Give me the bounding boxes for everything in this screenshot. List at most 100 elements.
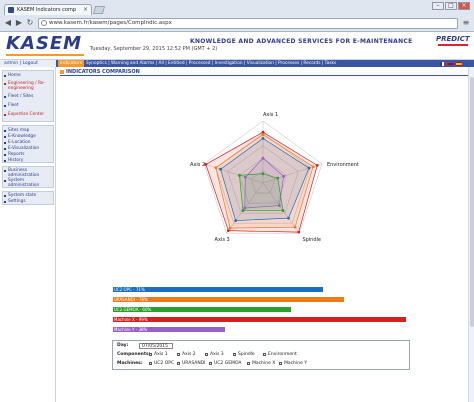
address-bar[interactable]: www.kasem.fr/kasem/pages/CompIndic.aspx — [38, 18, 458, 29]
radar-point — [281, 209, 285, 212]
menu-items[interactable]: Synoptics | Warning and Alarms | All | E… — [86, 60, 336, 67]
sidebar-item-fleet[interactable]: Fleet — [3, 103, 53, 109]
close-button[interactable]: × — [458, 2, 470, 10]
reload-icon[interactable]: ↻ — [25, 18, 35, 28]
radar-point — [315, 163, 319, 167]
tab-close-icon[interactable]: × — [83, 5, 88, 15]
radar-point — [241, 209, 245, 212]
sidebar-item-settings[interactable]: Settings — [3, 199, 53, 205]
flag-es-icon[interactable] — [456, 61, 462, 66]
machine-option-label: URASANDI — [182, 361, 206, 366]
machine-option[interactable]: Machine Y — [279, 361, 307, 366]
component-option[interactable]: Axis 1 — [149, 352, 168, 357]
radar-axis-label: Environment — [327, 162, 359, 168]
component-option-label: Environment — [268, 352, 297, 357]
checkbox[interactable] — [149, 362, 152, 365]
checkbox[interactable] — [205, 353, 208, 356]
logo-underline — [6, 54, 84, 56]
component-option-label: Axis 2 — [182, 352, 196, 357]
minimize-button[interactable]: – — [432, 2, 444, 10]
flag-fr-icon[interactable] — [440, 61, 446, 66]
page-title: INDICATORS COMPARISON — [60, 68, 470, 76]
radar-point — [297, 230, 301, 234]
radar-point — [287, 216, 290, 220]
sidebar-group-tools: Sites map E-Knowledge E-Location E-Visua… — [2, 125, 54, 163]
sidebar-item-fleet-sites[interactable]: Fleet / Sites — [3, 94, 53, 100]
slogan: KNOWLEDGE AND ADVANCED SERVICES FOR E-MA… — [190, 38, 413, 45]
checkbox[interactable] — [263, 353, 266, 356]
checkbox[interactable] — [233, 353, 236, 356]
machine-option[interactable]: UC2 GEMOA — [209, 361, 241, 366]
favicon-icon — [8, 7, 14, 13]
new-tab-button[interactable] — [92, 6, 106, 14]
checkbox[interactable] — [177, 353, 180, 356]
machine-option-label: Machine Y — [284, 361, 308, 366]
radar-axis-label: Axis 1 — [263, 112, 278, 118]
user-bar[interactable]: admin | Logout — [0, 60, 56, 67]
radar-point — [226, 229, 230, 233]
checkbox[interactable] — [209, 362, 212, 365]
indicator-bar-label: UC2 GEMOA - 60% — [114, 307, 152, 312]
indicator-bar-label: Machine Y - 38% — [114, 327, 148, 332]
component-option-label: Spindle — [238, 352, 255, 357]
checkbox[interactable] — [279, 362, 282, 365]
radar-series-shape — [239, 173, 284, 211]
sidebar-group-admin: Business administration System administr… — [2, 166, 54, 188]
radar-point — [261, 172, 265, 176]
day-input[interactable]: 07/05/2015 — [139, 343, 173, 349]
checkbox[interactable] — [177, 362, 180, 365]
machine-option[interactable]: URASANDI — [177, 361, 206, 366]
radar-point — [261, 133, 265, 137]
sidebar-item-engineering[interactable]: Engineering / Re-engineering — [3, 81, 53, 91]
machine-option-label: UC2 GEMOA — [214, 361, 242, 366]
machine-option[interactable]: UC2 OPC — [149, 361, 174, 366]
radar-point — [234, 219, 238, 223]
sidebar-group-system: System state Settings — [2, 191, 54, 205]
component-option[interactable]: Axis 2 — [177, 352, 196, 357]
browser-tab[interactable]: KASEM Indicators comp × — [4, 4, 92, 15]
radar-point — [307, 166, 311, 170]
radar-point — [238, 173, 241, 177]
radar-chart: Axis 1 Environment Spindle Axis 3 Axis 2 — [190, 112, 359, 243]
sidebar-item-history[interactable]: History — [3, 158, 53, 164]
radar-point — [261, 130, 265, 134]
predict-underline — [438, 44, 468, 46]
back-icon[interactable]: ◀ — [3, 18, 13, 28]
kasem-logo[interactable]: KASEM — [6, 33, 82, 54]
scrollbar-thumb[interactable] — [470, 77, 474, 327]
indicator-bar-label: Machine X - 99% — [114, 317, 148, 322]
radar-axis-label: Axis 3 — [215, 237, 230, 243]
sidebar-item-home[interactable]: Home — [3, 73, 53, 79]
component-option-label: Axis 1 — [154, 352, 168, 357]
sidebar-group-main: Home Engineering / Re-engineering Fleet … — [2, 70, 54, 122]
radar-point — [293, 225, 297, 229]
checkbox[interactable] — [149, 353, 152, 356]
filter-panel: Day: 07/05/2015 Components: Axis 1 Axis 2… — [112, 340, 410, 370]
radar-point — [282, 174, 286, 178]
radar-point — [261, 156, 265, 160]
sidebar-item-system-admin[interactable]: System administration — [3, 178, 53, 188]
component-option[interactable]: Spindle — [233, 352, 255, 357]
vertical-scrollbar[interactable] — [468, 67, 474, 402]
maximize-button[interactable]: □ — [445, 2, 457, 10]
machine-option[interactable]: Machine X — [247, 361, 275, 366]
menu-item-indicators[interactable]: indicators — [58, 60, 84, 67]
forward-icon[interactable]: ▶ — [14, 18, 24, 28]
language-flags — [440, 60, 472, 67]
menu-icon[interactable]: ≡ — [461, 18, 471, 28]
sidebar-item-business-admin[interactable]: Business administration — [3, 168, 53, 178]
flag-en-icon[interactable] — [448, 61, 454, 66]
indicator-bar-label: URASANDI - 78% — [114, 297, 148, 302]
component-option[interactable]: Axis 3 — [205, 352, 224, 357]
globe-icon — [41, 20, 47, 26]
components-label: Components: — [117, 352, 151, 357]
sidebar: Home Engineering / Re-engineering Fleet … — [0, 67, 56, 402]
predict-logo: PREDICT — [436, 35, 470, 43]
radar-point — [261, 136, 265, 140]
checkbox[interactable] — [247, 362, 250, 365]
sidebar-item-expertise-center[interactable]: Expertise Center — [3, 112, 53, 118]
component-option[interactable]: Environment — [263, 352, 297, 357]
radar-axis-label: Spindle — [302, 237, 321, 243]
current-date: Tuesday, September 29, 2015 12:52 PM (GM… — [90, 46, 218, 52]
machine-option-label: UC2 OPC — [154, 361, 175, 366]
